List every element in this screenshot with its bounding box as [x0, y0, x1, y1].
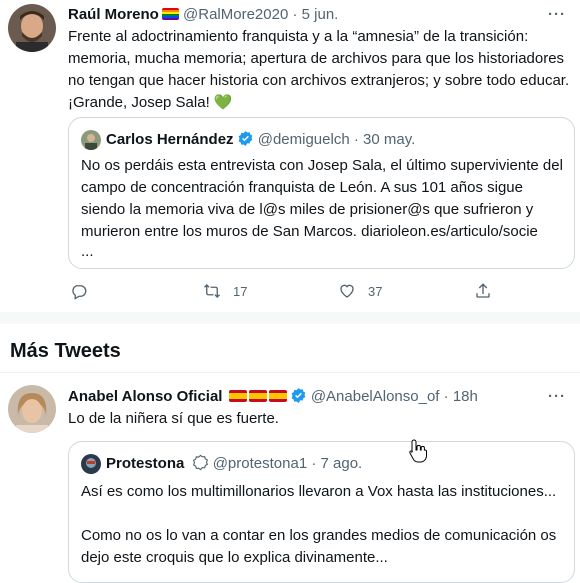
spain-flag-icon: [228, 390, 247, 402]
like-count: 37: [368, 283, 383, 299]
author-name[interactable]: Anabel Alonso Oficial: [68, 388, 222, 405]
tweet-header: Anabel Alonso Oficial @AnabelAlonso_of ·…: [68, 387, 478, 407]
quote-text-line: No os perdáis esta entrevista con Josep …: [81, 157, 563, 174]
quoted-tweet[interactable]: Protestona @protestona1 · 7 ago. Así es …: [68, 441, 575, 583]
tweet-date[interactable]: 5 jun.: [302, 6, 339, 23]
quote-avatar: [81, 130, 101, 150]
author-handle[interactable]: @RalMore2020: [183, 6, 288, 23]
verified-badge-icon: [238, 131, 252, 146]
quote-header: Carlos Hernández @demiguelch · 30 may.: [106, 130, 415, 150]
spain-flag-icon: [248, 390, 267, 402]
quote-date: 30 may.: [363, 131, 416, 148]
tweet-text-line: ¡Grande, Josep Sala! 💚: [68, 93, 233, 113]
tweet-text-line: no tengan que hacer historia con archivo…: [68, 72, 570, 89]
quote-text-line: dejo este croquis que lo explica divinam…: [81, 549, 388, 566]
tweet-text: Lo de la niñera sí que es fuerte.: [68, 410, 279, 427]
like-button[interactable]: 37: [338, 282, 382, 300]
quote-handle: @protestona1: [212, 455, 308, 472]
retweet-button[interactable]: 17: [203, 282, 247, 300]
tweet-header: Raúl Moreno @RalMore2020 · 5 jun.: [68, 5, 338, 25]
quote-text-line: Como no os lo van a contar en los grande…: [81, 527, 557, 544]
tweet-date[interactable]: 18h: [453, 388, 478, 405]
separator: ·: [311, 455, 317, 472]
retweet-count: 17: [233, 283, 248, 299]
quote-author-name: Protestona: [106, 455, 185, 472]
divider: [0, 372, 580, 373]
quote-date: 7 ago.: [320, 455, 363, 472]
quote-text-line: siendo la memoria viva de l@s miles de p…: [81, 201, 534, 218]
tweet-text-line: memoria, mucha memoria; apertura de arch…: [68, 50, 565, 67]
separator: ·: [353, 131, 359, 148]
verified-badge-icon: [291, 388, 306, 403]
quote-header: Protestona @protestona1 · 7 ago.: [106, 454, 362, 474]
spain-flag-icon: [268, 390, 287, 402]
avatar[interactable]: [8, 385, 56, 433]
hand-cursor-icon: [409, 439, 427, 463]
heart-icon: [340, 284, 354, 298]
quote-text-line: murieron entre los muros de San Marcos. …: [81, 223, 538, 240]
more-options-icon[interactable]: ···: [548, 388, 566, 405]
protected-badge-icon: [192, 454, 208, 471]
quote-text-line: campo de concentración franquista de Leó…: [81, 179, 523, 196]
share-button[interactable]: [474, 282, 492, 300]
quoted-tweet[interactable]: Carlos Hernández @demiguelch · 30 may. N…: [68, 117, 575, 269]
separator: ·: [292, 6, 298, 23]
tweet-text-end: ¡Grande, Josep Sala!: [68, 94, 210, 111]
author-handle[interactable]: @AnabelAlonso_of: [311, 388, 440, 405]
share-icon: [476, 283, 490, 298]
reply-button[interactable]: [70, 282, 100, 300]
retweet-icon: [204, 284, 220, 298]
rainbow-flag-icon: [161, 8, 179, 20]
green-heart-icon: 💚: [213, 94, 233, 111]
tweet-text-line: Frente al adoctrinamiento franquista y a…: [68, 28, 529, 45]
quote-handle: @demiguelch: [257, 131, 350, 148]
reply-icon: [72, 285, 87, 300]
quote-author-name: Carlos Hernández: [106, 131, 234, 148]
more-options-icon[interactable]: ···: [548, 6, 566, 23]
quote-text-line: Así es como los multimillonarios llevaro…: [81, 483, 557, 500]
section-title: Más Tweets: [10, 340, 121, 362]
quote-avatar: [81, 454, 101, 474]
separator: ·: [443, 388, 449, 405]
section-separator: [0, 312, 580, 324]
avatar[interactable]: [8, 4, 56, 52]
quote-text-line: ...: [81, 243, 94, 260]
author-name[interactable]: Raúl Moreno: [68, 6, 159, 23]
